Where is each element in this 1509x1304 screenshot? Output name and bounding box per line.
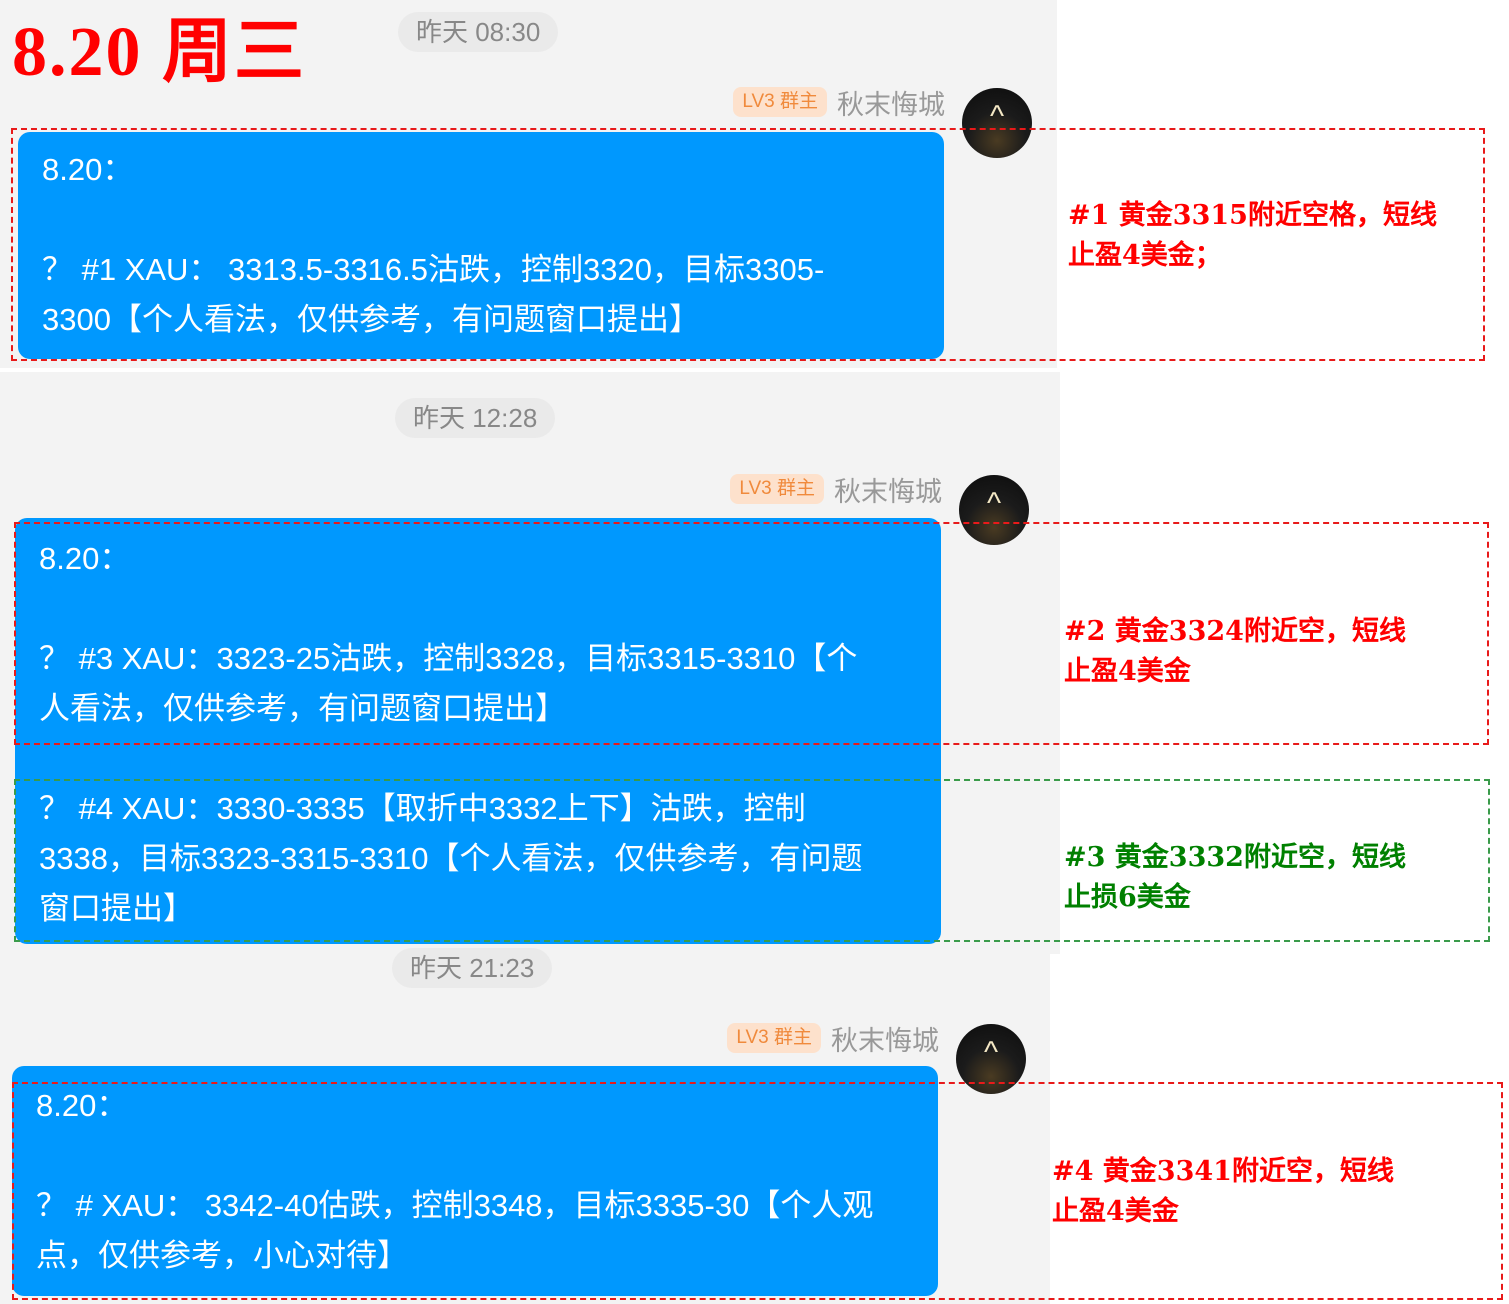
level-badge: LV3 群主: [730, 474, 824, 504]
level-badge: LV3 群主: [727, 1023, 821, 1053]
annotation-note-4: #4 黄金3341附近空，短线 止盈4美金: [1052, 1156, 1394, 1227]
timestamp-2: 昨天 12:28: [395, 398, 556, 438]
level-badge: LV3 群主: [733, 87, 827, 117]
avatar-chevron-icon: ^: [986, 487, 1002, 520]
sender-row-3: LV3 群主 秋末悔城: [727, 1020, 939, 1056]
timestamp-3: 昨天 21:23: [392, 948, 553, 988]
annotation-note-2: #2 黄金3324附近空，短线 止盈4美金: [1064, 616, 1406, 687]
sender-name[interactable]: 秋末悔城: [834, 470, 942, 509]
sender-row-1: LV3 群主 秋末悔城: [733, 84, 945, 120]
annotation-note-1: #1 黄金3315附近空格，短线 止盈4美金；: [1068, 200, 1437, 271]
avatar-chevron-icon: ^: [983, 1036, 999, 1069]
sender-row-2: LV3 群主 秋末悔城: [730, 471, 942, 507]
annotation-note-3: #3 黄金3332附近空，短线 止损6美金: [1064, 842, 1406, 913]
sender-name[interactable]: 秋末悔城: [837, 83, 945, 122]
page-title: 8.20 周三: [12, 14, 306, 91]
sender-name[interactable]: 秋末悔城: [831, 1019, 939, 1058]
timestamp-1: 昨天 08:30: [398, 12, 559, 52]
